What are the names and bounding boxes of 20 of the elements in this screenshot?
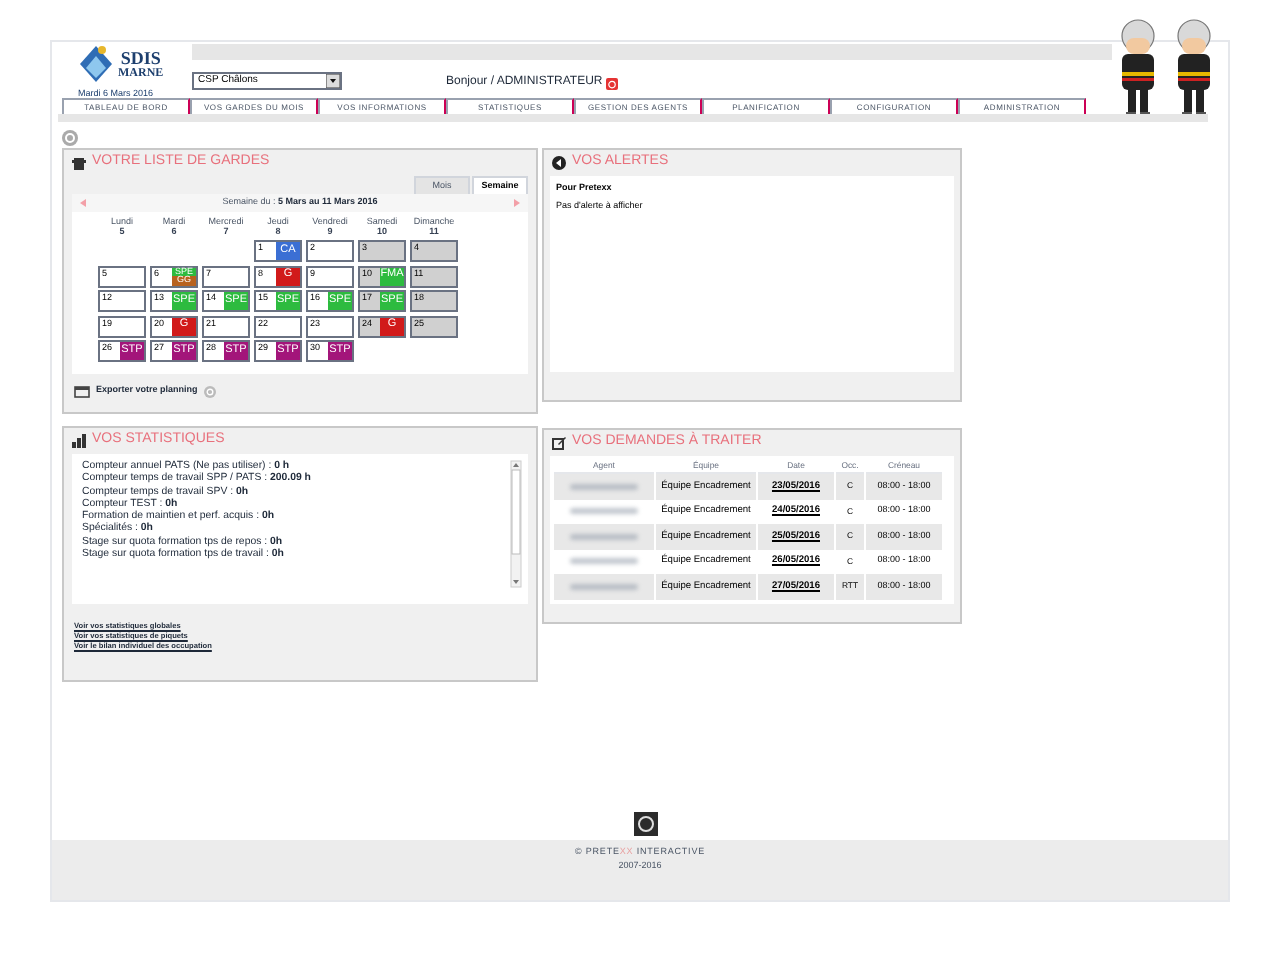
blurred-text (570, 533, 638, 540)
logo-title: SDIS (120, 49, 161, 67)
calendar-icon (72, 156, 86, 170)
blurred-text (570, 508, 638, 515)
blurred-text (570, 558, 638, 565)
help-icon (203, 385, 216, 397)
edit-icon (552, 436, 566, 450)
blurred-text (570, 483, 638, 490)
scrollbar-drawing (510, 460, 522, 588)
help-icon[interactable] (62, 130, 78, 146)
bar-chart-icon (72, 434, 86, 448)
next-icon[interactable] (511, 198, 522, 208)
logo-icon (78, 44, 114, 84)
blurred-text (570, 583, 638, 590)
calendar-icon (74, 384, 90, 398)
previous-icon[interactable] (78, 198, 88, 208)
logout-icon[interactable] (606, 78, 619, 90)
company-logo-icon (633, 812, 657, 836)
dropdown-caret-icon (326, 74, 340, 88)
back-arrow-icon (552, 156, 566, 170)
